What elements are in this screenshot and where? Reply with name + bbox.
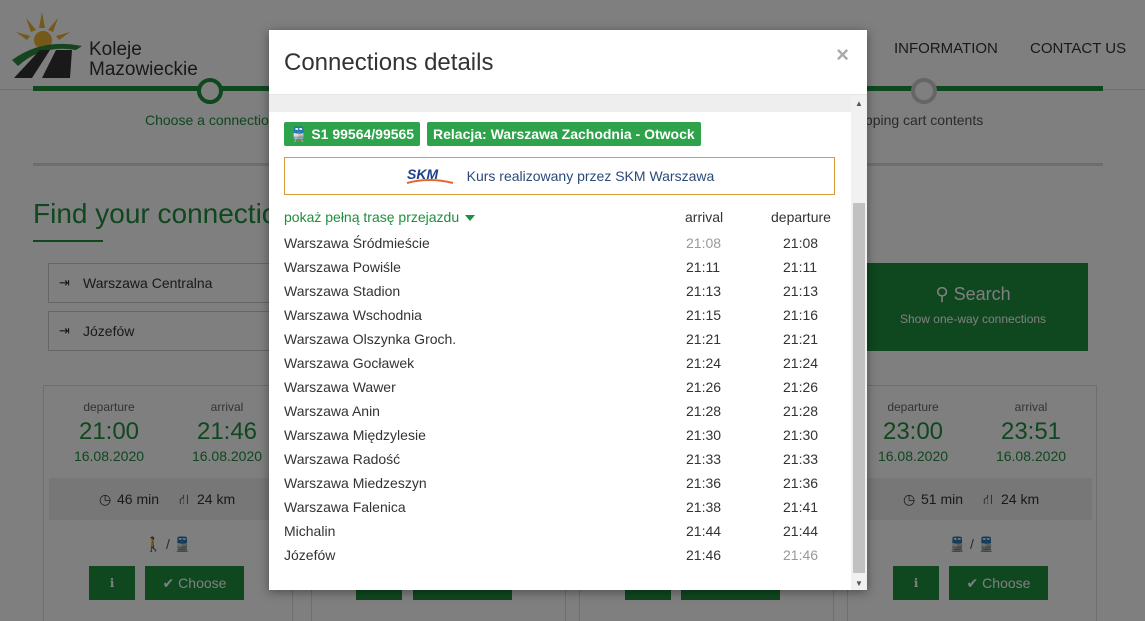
stop-arrival-time: 21:46: [686, 547, 722, 563]
stop-name: Warszawa Stadion: [284, 283, 401, 299]
stop-departure-time: 21:26: [783, 379, 819, 395]
show-full-route-label: pokaż pełną trasę przejazdu: [284, 209, 460, 225]
stop-departure-time: 21:41: [783, 499, 819, 515]
stop-row: Warszawa Miedzeszyn 21:36 21:36: [284, 475, 844, 499]
modal-body[interactable]: 🚆 S1 99564/99565 Relacja: Warszawa Zacho…: [269, 94, 867, 590]
stop-departure-time: 21:30: [783, 427, 819, 443]
previous-section-strip: [269, 95, 851, 112]
stop-row: Warszawa Powiśle 21:11 21:11: [284, 259, 844, 283]
stop-row: Warszawa Olszynka Groch. 21:21 21:21: [284, 331, 844, 355]
scroll-down-arrow-icon[interactable]: ▼: [855, 579, 863, 588]
show-full-route-toggle[interactable]: pokaż pełną trasę przejazdu: [284, 209, 476, 225]
stop-arrival-time: 21:24: [686, 355, 722, 371]
stop-name: Warszawa Gocławek: [284, 355, 415, 371]
departure-column-header: departure: [771, 209, 831, 225]
stop-departure-time: 21:28: [783, 403, 819, 419]
stop-name: Józefów: [284, 547, 336, 563]
stop-row: Warszawa Śródmieście 21:08 21:08: [284, 235, 844, 259]
stop-name: Warszawa Radość: [284, 451, 401, 467]
train-number-badge: 🚆 S1 99564/99565: [284, 122, 421, 146]
modal-scrollbar[interactable]: ▲ ▼: [851, 95, 867, 590]
stop-departure-time: 21:24: [783, 355, 819, 371]
stop-departure-time: 21:33: [783, 451, 819, 467]
stop-name: Warszawa Śródmieście: [284, 235, 430, 251]
stop-name: Warszawa Wawer: [284, 379, 396, 395]
stop-arrival-time: 21:21: [686, 331, 722, 347]
scroll-up-arrow-icon[interactable]: ▲: [855, 99, 863, 108]
stop-departure-time: 21:08: [783, 235, 819, 251]
stop-arrival-time: 21:11: [686, 259, 720, 275]
stop-departure-time: 21:16: [783, 307, 819, 323]
stop-name: Warszawa Anin: [284, 403, 380, 419]
stop-row: Michalin 21:44 21:44: [284, 523, 844, 547]
stop-arrival-time: 21:26: [686, 379, 722, 395]
stop-arrival-time: 21:36: [686, 475, 722, 491]
stop-departure-time: 21:44: [783, 523, 819, 539]
train-icon: 🚆: [290, 126, 308, 142]
stop-row: Warszawa Gocławek 21:24 21:24: [284, 355, 844, 379]
relation-badge: Relacja: Warszawa Zachodnia - Otwock: [427, 122, 701, 146]
stop-name: Warszawa Miedzeszyn: [284, 475, 427, 491]
stop-name: Warszawa Powiśle: [284, 259, 401, 275]
stop-arrival-time: 21:44: [686, 523, 722, 539]
stop-row: Warszawa Międzylesie 21:30 21:30: [284, 427, 844, 451]
stop-arrival-time: 21:15: [686, 307, 722, 323]
stop-name: Michalin: [284, 523, 336, 539]
stop-row: Warszawa Wawer 21:26 21:26: [284, 379, 844, 403]
stop-departure-time: 21:11: [783, 259, 817, 275]
stop-arrival-time: 21:08: [686, 235, 722, 251]
arrival-column-header: arrival: [685, 209, 724, 225]
stop-name: Warszawa Olszynka Groch.: [284, 331, 457, 347]
stop-arrival-time: 21:33: [686, 451, 722, 467]
stop-row: Warszawa Wschodnia 21:15 21:16: [284, 307, 844, 331]
stop-departure-time: 21:36: [783, 475, 819, 491]
stop-arrival-time: 21:28: [686, 403, 722, 419]
stop-departure-time: 21:46: [783, 547, 819, 563]
stop-row: Warszawa Radość 21:33 21:33: [284, 451, 844, 475]
operator-banner: SKM Kurs realizowany przez SKM Warszawa: [284, 157, 835, 195]
stop-row: Warszawa Stadion 21:13 21:13: [284, 283, 844, 307]
stop-name: Warszawa Falenica: [284, 499, 406, 515]
stop-row: Warszawa Anin 21:28 21:28: [284, 403, 844, 427]
stop-name: Warszawa Wschodnia: [284, 307, 422, 323]
scrollbar-thumb[interactable]: [853, 203, 865, 573]
operator-text: Kurs realizowany przez SKM Warszawa: [466, 168, 715, 184]
train-number: S1 99564/99565: [311, 126, 415, 142]
skm-logo-icon: SKM: [406, 166, 453, 185]
stop-arrival-time: 21:30: [686, 427, 722, 443]
stop-departure-time: 21:21: [783, 331, 819, 347]
stop-name: Warszawa Międzylesie: [284, 427, 426, 443]
close-icon[interactable]: ×: [836, 42, 849, 68]
stop-arrival-time: 21:13: [686, 283, 722, 299]
stop-row: Warszawa Falenica 21:38 21:41: [284, 499, 844, 523]
connection-details-modal: Connections details × 🚆 S1 99564/99565 R…: [269, 30, 867, 590]
stop-arrival-time: 21:38: [686, 499, 722, 515]
caret-down-icon: [465, 215, 476, 222]
stop-departure-time: 21:13: [783, 283, 819, 299]
modal-title: Connections details: [284, 49, 494, 76]
stop-row: Józefów 21:46 21:46: [284, 547, 844, 571]
